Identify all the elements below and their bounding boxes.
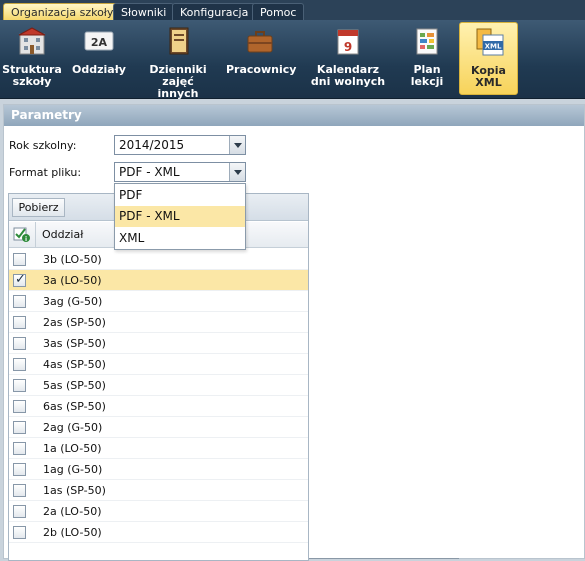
class-2a-icon: 2A [84, 31, 114, 51]
column-header-oddzial[interactable]: Oddział [42, 228, 83, 241]
row-checkbox[interactable] [13, 253, 26, 266]
file-format-value: PDF - XML [119, 165, 180, 179]
row-checkbox[interactable] [13, 337, 26, 350]
row-label: 5as (SP-50) [43, 379, 106, 392]
row-label: 2ag (G-50) [43, 421, 103, 434]
table-row[interactable]: 5as (SP-50) [9, 375, 308, 396]
classes-button[interactable]: 2A Oddziały [70, 22, 128, 95]
employees-label: Pracownicy [226, 63, 297, 76]
row-label: 1ag (G-50) [43, 463, 103, 476]
top-tab-strip: Organizacja szkoły Słowniki Konfiguracja… [0, 0, 585, 20]
timetable-button[interactable]: Plan lekcji [398, 22, 456, 95]
row-label: 3b (LO-50) [43, 253, 102, 266]
row-checkbox[interactable] [13, 526, 26, 539]
check-all-icon: i [13, 227, 30, 243]
row-checkbox[interactable] [13, 442, 26, 455]
horizontal-divider [309, 558, 459, 559]
structure-button[interactable]: Struktura szkoły [2, 22, 62, 95]
holiday-calendar-label: Kalendarz dni wolnych [310, 63, 386, 88]
tab-konfiguracja[interactable]: Konfiguracja [172, 3, 257, 20]
row-checkbox[interactable] [13, 505, 26, 518]
table-row[interactable]: 3b (LO-50) [9, 249, 308, 270]
structure-label: Struktura szkoły [2, 63, 62, 88]
panel-title: Parametry [4, 105, 584, 126]
row-checkbox[interactable] [13, 358, 26, 371]
row-label: 2a (LO-50) [43, 505, 102, 518]
journal-icon [169, 27, 189, 55]
table-row[interactable]: 2ag (G-50) [9, 417, 308, 438]
table-row[interactable]: 4as (SP-50) [9, 354, 308, 375]
table-row[interactable]: 3as (SP-50) [9, 333, 308, 354]
classes-label: Oddziały [72, 63, 126, 76]
table-row[interactable]: 2b (LO-50) [9, 522, 308, 543]
table-row[interactable]: 2as (SP-50) [9, 312, 308, 333]
calendar-icon: 9 [337, 29, 359, 55]
row-checkbox[interactable] [13, 295, 26, 308]
briefcase-icon [247, 31, 273, 53]
row-label: 2as (SP-50) [43, 316, 106, 329]
row-label: 6as (SP-50) [43, 400, 106, 413]
row-label: 3a (LO-50) [43, 274, 102, 287]
holiday-calendar-button[interactable]: 9 Kalendarz dni wolnych [310, 22, 386, 95]
svg-text:9: 9 [344, 40, 352, 54]
tab-slowniki[interactable]: Słowniki [113, 3, 175, 20]
row-checkbox[interactable] [13, 316, 26, 329]
timetable-label: Plan lekcji [410, 63, 444, 88]
building-icon [18, 27, 46, 55]
svg-text:2A: 2A [91, 36, 108, 49]
row-label: 1a (LO-50) [43, 442, 102, 455]
table-row[interactable]: 3ag (G-50) [9, 291, 308, 312]
row-label: 1as (SP-50) [43, 484, 106, 497]
school-year-label: Rok szkolny: [9, 139, 77, 152]
svg-text:XML: XML [484, 43, 501, 51]
xml-copy-label: Kopia XML [471, 64, 506, 89]
row-checkbox[interactable] [13, 421, 26, 434]
table-row[interactable]: 6as (SP-50) [9, 396, 308, 417]
xml-copy-icon: XML [476, 28, 503, 56]
school-year-value: 2014/2015 [119, 138, 185, 152]
svg-text:i: i [25, 236, 27, 243]
fetch-button[interactable]: Pobierz [12, 198, 65, 217]
option-xml[interactable]: XML [115, 228, 245, 249]
row-label: 4as (SP-50) [43, 358, 106, 371]
tab-pomoc[interactable]: Pomoc [252, 3, 305, 20]
row-checkbox[interactable] [13, 379, 26, 392]
table-row[interactable]: 1ag (G-50) [9, 459, 308, 480]
file-format-dropdown-list: PDF PDF - XML XML [114, 183, 246, 250]
table-row[interactable]: 3a (LO-50) [9, 270, 308, 291]
employees-button[interactable]: Pracownicy [226, 22, 297, 95]
row-label: 3as (SP-50) [43, 337, 106, 350]
file-format-label: Format pliku: [9, 166, 82, 179]
table-row[interactable]: 1as (SP-50) [9, 480, 308, 501]
table-row[interactable]: 1a (LO-50) [9, 438, 308, 459]
school-year-select[interactable]: 2014/2015 [114, 135, 246, 155]
row-label: 2b (LO-50) [43, 526, 102, 539]
tab-organizacja-szkoly[interactable]: Organizacja szkoły [3, 3, 122, 20]
xml-copy-button[interactable]: XML Kopia XML [459, 22, 518, 95]
row-checkbox[interactable] [13, 484, 26, 497]
row-checkbox[interactable] [13, 463, 26, 476]
table-row[interactable]: 2a (LO-50) [9, 501, 308, 522]
file-format-select[interactable]: PDF - XML [114, 162, 246, 182]
timetable-icon [416, 28, 438, 55]
journals-button[interactable]: Dzienniki zajęć innych [142, 22, 214, 100]
row-label: 3ag (G-50) [43, 295, 103, 308]
chevron-down-icon[interactable] [229, 163, 245, 181]
chevron-down-icon[interactable] [229, 136, 245, 154]
journals-label: Dzienniki zajęć innych [149, 63, 207, 100]
row-checkbox[interactable] [13, 272, 26, 287]
option-pdf-xml[interactable]: PDF - XML [115, 206, 245, 227]
option-pdf[interactable]: PDF [115, 185, 245, 206]
main-toolbar: Struktura szkoły 2A Oddziały Dzienniki z… [0, 20, 585, 100]
row-checkbox[interactable] [13, 400, 26, 413]
select-all-checkbox[interactable]: i [9, 222, 36, 248]
